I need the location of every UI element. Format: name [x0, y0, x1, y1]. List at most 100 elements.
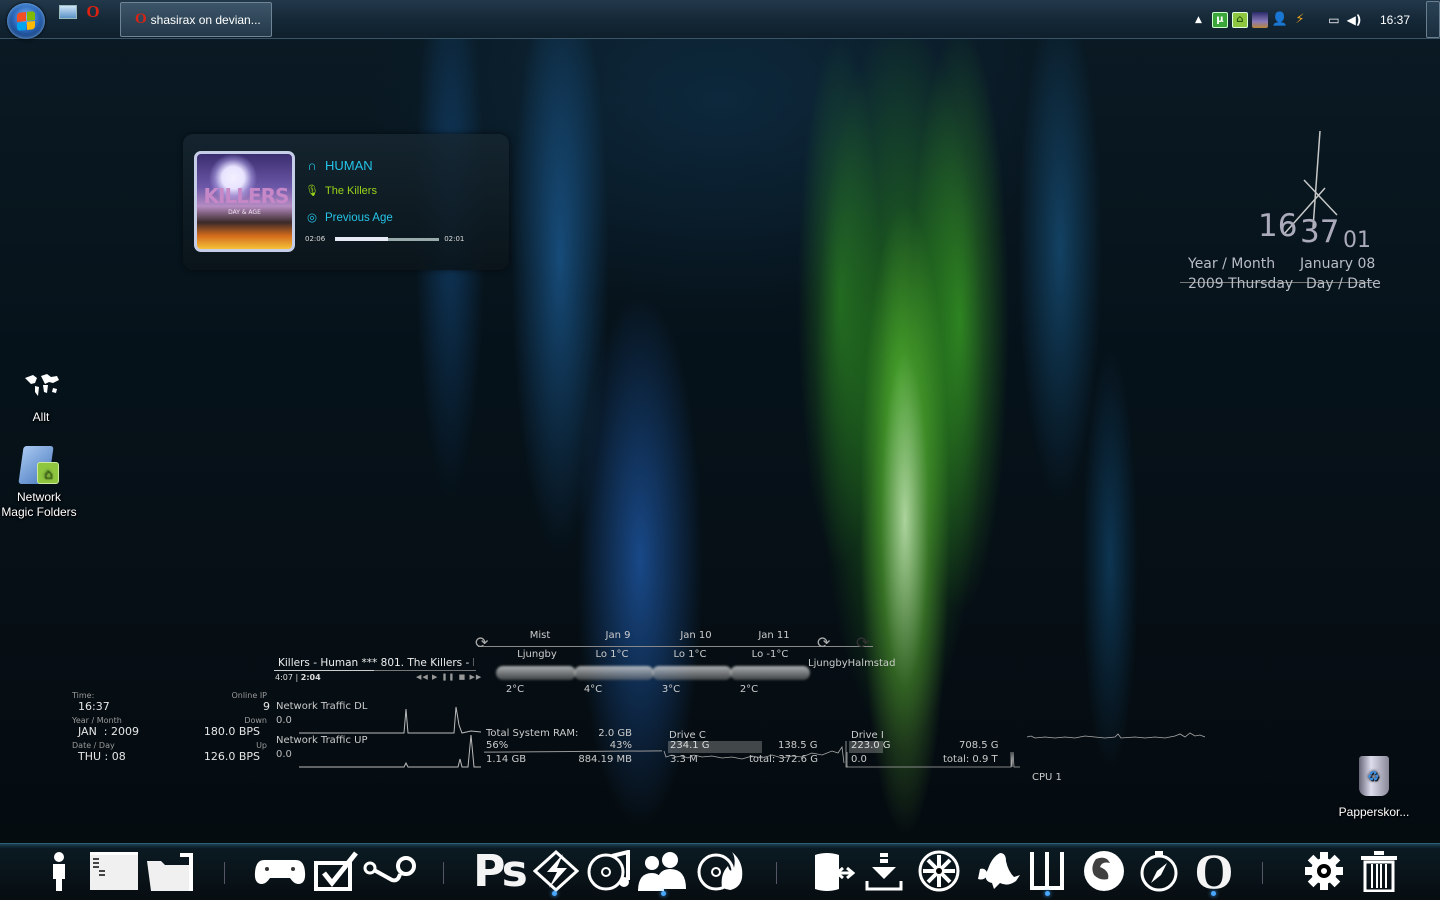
desktop-icon-recycle-bin[interactable]: ♻ Papperskor...: [1336, 756, 1412, 819]
dock: Ps O: [0, 843, 1440, 900]
show-desktop-quicklaunch-icon[interactable]: [59, 5, 77, 19]
year-weekday: 2009 Thursday: [1188, 276, 1294, 292]
cloud-icon: [730, 666, 810, 680]
tray-clock[interactable]: 16:37: [1380, 13, 1410, 27]
clock-hour: 16: [1258, 208, 1298, 244]
dock-separator: [443, 862, 444, 884]
refresh-icon[interactable]: ⟳: [856, 633, 869, 652]
now-playing-marquee: Killers - Human *** 801. The Killers - H…: [278, 657, 474, 669]
dock-opera-icon[interactable]: O: [1195, 843, 1234, 899]
dock-winamp-icon[interactable]: [533, 849, 579, 893]
cloud-icon: [574, 666, 654, 680]
music-player-widget: KILLERS DAY & AGE ∩ HUMAN 🎙 The Killers …: [183, 134, 509, 270]
dock-trash-icon[interactable]: [1360, 849, 1398, 893]
progress-bar[interactable]: [335, 236, 440, 241]
microphone-icon: 🎙: [305, 185, 319, 197]
album-art[interactable]: KILLERS DAY & AGE: [194, 151, 295, 252]
dock-download-icon[interactable]: [864, 849, 904, 893]
dock-nero-burn-icon[interactable]: [696, 849, 744, 893]
winamp-tray-icon[interactable]: ⚡: [1292, 12, 1308, 28]
start-button[interactable]: [7, 3, 45, 39]
forecast-low: Lo 1°C: [673, 649, 707, 660]
desktop-icon-allt[interactable]: Allt: [12, 370, 70, 424]
running-indicator: [1211, 891, 1216, 896]
album-row: ◎ Previous Age: [305, 211, 393, 225]
now-playing-time: 4:07 | 2:04: [275, 673, 321, 682]
show-desktop-button[interactable]: [1426, 1, 1440, 38]
dock-firefox-icon[interactable]: [1080, 849, 1128, 893]
dock-steam-icon[interactable]: [362, 849, 417, 893]
running-indicator: [1045, 891, 1050, 896]
cpu-label: CPU 1: [1032, 772, 1062, 783]
down-value: 180.0 BPS: [203, 725, 260, 738]
opera-icon: O: [135, 11, 147, 27]
ram-used: 1.14 GB: [486, 754, 527, 765]
date-day-label: Date / Day: [72, 741, 115, 750]
previous-button[interactable]: ◀◀: [416, 673, 429, 681]
track-title: HUMAN: [325, 158, 373, 173]
desktop-icon-label: Network Magic Folders: [1, 490, 77, 519]
weather-locations: LjungbyHalmstad: [808, 658, 896, 669]
forecast-low: Lo 1°C: [595, 649, 629, 660]
forecast-high: 3°C: [661, 684, 681, 695]
online-ip-value: 9: [263, 700, 270, 713]
network-magic-tray-icon[interactable]: ⌂: [1231, 11, 1248, 28]
network-dl-value: 0.0: [276, 715, 292, 726]
wallpaper-tray-icon[interactable]: [1251, 11, 1268, 28]
desktop-icon-network-magic-folders[interactable]: ⌂ Network Magic Folders: [0, 444, 78, 520]
desktop-icon-label: Allt: [32, 410, 50, 424]
ram-used-pct: 56%: [486, 740, 509, 751]
time-label: Time:: [72, 691, 95, 700]
dock-folder-icon[interactable]: [145, 849, 195, 893]
dock-frog-icon[interactable]: [970, 849, 1020, 893]
volume-tray-icon[interactable]: ◀): [1346, 12, 1362, 28]
forecast-high: 4°C: [583, 684, 603, 695]
dock-aperture-icon[interactable]: [917, 849, 961, 893]
dock-database-export-icon[interactable]: [813, 849, 855, 893]
ram-label: Total System RAM:: [486, 728, 579, 739]
dock-tasks-icon[interactable]: [314, 849, 358, 893]
next-button[interactable]: ▶▶: [469, 673, 482, 681]
headphones-icon: ∩: [307, 157, 317, 173]
running-indicator: [552, 891, 557, 896]
dock-explorer-icon[interactable]: [89, 849, 139, 893]
dock-settings-icon[interactable]: [1303, 849, 1345, 893]
network-tray-icon[interactable]: ▭: [1326, 12, 1342, 28]
taskbar-window-button[interactable]: O shasirax on devian...: [120, 2, 272, 37]
day-date-label: Day / Date: [1306, 276, 1381, 292]
system-tray: ▲ µ ⌂ 👤 ⚡ ▭ ◀) 16:37: [1195, 0, 1440, 39]
utorrent-tray-icon[interactable]: µ: [1211, 11, 1228, 28]
clock-second: 01: [1343, 228, 1371, 253]
dock-separator: [1262, 862, 1263, 884]
year-month-value: JAN : 2009: [78, 725, 139, 738]
ram-total: 2.0 GB: [598, 728, 632, 739]
track-album: Previous Age: [325, 212, 393, 224]
current-location: Ljungby: [517, 649, 557, 660]
dock-game-controller-icon[interactable]: [254, 849, 306, 893]
opera-quicklaunch-icon[interactable]: O: [84, 3, 102, 20]
dock-separator: [776, 862, 777, 884]
desktop: O O shasirax on devian... ▲ µ ⌂ 👤 ⚡ ▭ ◀)…: [0, 0, 1440, 900]
track-title-row: ∩ HUMAN: [305, 157, 373, 173]
dock-photoshop-icon[interactable]: Ps: [472, 846, 528, 897]
now-playing-progress[interactable]: [274, 670, 374, 671]
ram-bar: [483, 750, 663, 753]
show-hidden-icons-button[interactable]: ▲: [1195, 15, 1202, 25]
refresh-icon[interactable]: ⟳: [817, 633, 830, 652]
stop-button[interactable]: ■: [459, 673, 467, 681]
weather-widget: ⟳ Mist Ljungby Jan 9 Lo 1°C Jan 10 Lo 1°…: [470, 625, 910, 700]
pause-button[interactable]: ❚❚: [442, 673, 456, 681]
ram-free-pct: 43%: [609, 740, 632, 751]
down-label: Down: [244, 716, 267, 725]
track-artist: The Killers: [325, 185, 377, 197]
messenger-tray-icon[interactable]: 👤: [1272, 12, 1288, 28]
dock-messenger-icon[interactable]: [634, 849, 688, 893]
network-folder-icon: ⌂: [17, 444, 61, 488]
dock-safari-icon[interactable]: [1137, 849, 1181, 893]
refresh-icon[interactable]: ⟳: [475, 633, 488, 652]
dock-itunes-icon[interactable]: [586, 849, 632, 893]
play-button[interactable]: ▶: [432, 673, 438, 681]
dock-utorrent-icon[interactable]: [1029, 849, 1065, 893]
playback-controls: ◀◀ ▶ ❚❚ ■ ▶▶: [416, 673, 482, 681]
dock-user-icon[interactable]: [48, 849, 70, 893]
